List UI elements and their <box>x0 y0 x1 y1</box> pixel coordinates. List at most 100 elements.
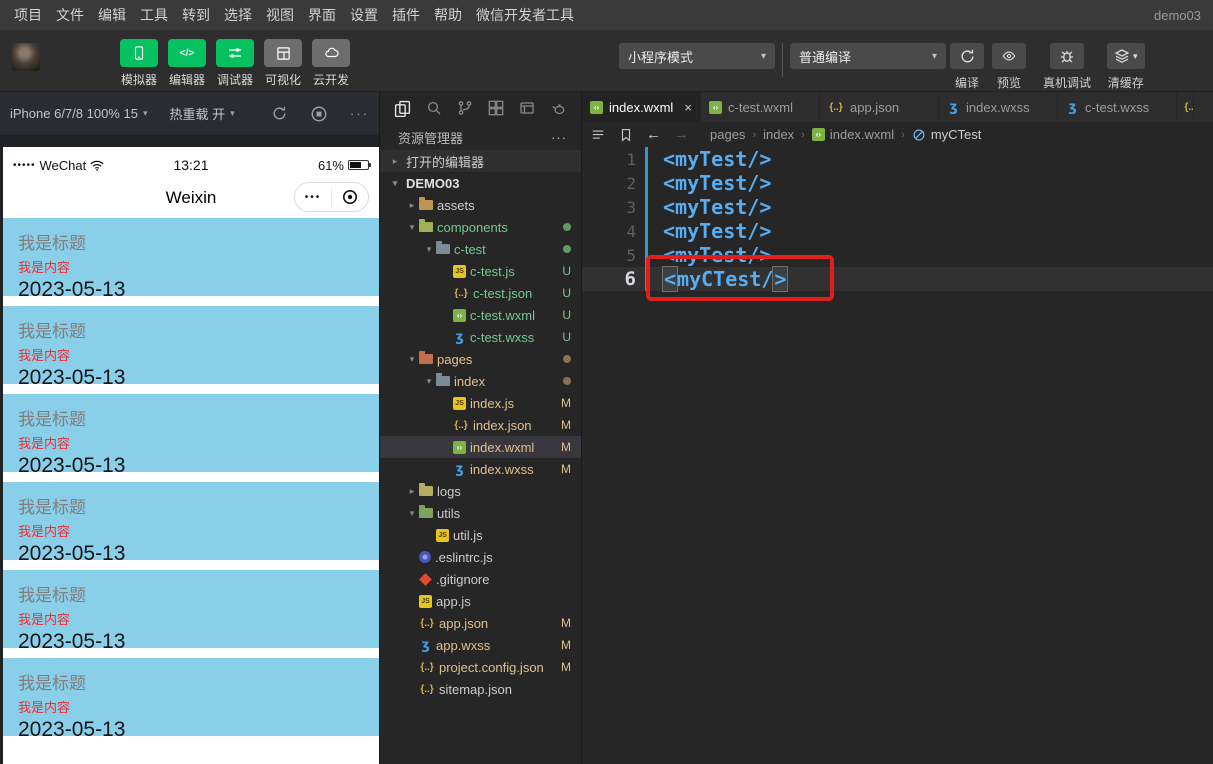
menu-item[interactable]: 插件 <box>392 5 420 25</box>
branch-icon[interactable] <box>457 100 473 116</box>
tree-item-util.js[interactable]: JS util.js <box>380 524 581 546</box>
menu-item[interactable]: 帮助 <box>434 5 462 25</box>
list-card[interactable]: 我是标题 我是内容 2023-05-13 <box>3 570 379 653</box>
avatar[interactable] <box>12 43 40 71</box>
back-arrow-icon[interactable]: ← <box>646 126 661 143</box>
menu-item[interactable]: 界面 <box>308 5 336 25</box>
tree-item-project.config.json[interactable]: {..} project.config.json M <box>380 656 581 678</box>
forward-arrow-icon[interactable]: → <box>674 126 689 143</box>
tab-app.json[interactable]: {..} app.json <box>820 92 939 122</box>
tree-item-index.wxss[interactable]: ʒ index.wxss M <box>380 458 581 480</box>
tree-item-index.wxml[interactable]: ‹› index.wxml M <box>380 436 581 458</box>
files-icon[interactable] <box>394 100 411 117</box>
list-card[interactable]: 我是标题 我是内容 2023-05-13 <box>3 306 379 389</box>
more-icon[interactable]: ··· <box>350 106 369 121</box>
record-icon[interactable] <box>310 105 328 123</box>
tree-item-label: index.js <box>470 395 515 411</box>
list-card[interactable]: 我是标题 我是内容 2023-05-13 <box>3 482 379 565</box>
bookmark-icon[interactable] <box>619 127 633 143</box>
mode-button-code: </> 编辑器 <box>163 39 211 88</box>
tree-item-app.js[interactable]: JS app.js <box>380 590 581 612</box>
真机调试-button[interactable] <box>1050 43 1084 69</box>
tree-item-logs[interactable]: ▸ logs <box>380 480 581 502</box>
outline-icon[interactable] <box>590 128 606 142</box>
tab-partial[interactable]: {..} <box>1177 92 1194 122</box>
folder-icon <box>419 197 433 210</box>
tab-index.wxml[interactable]: ‹› index.wxml × <box>582 92 701 122</box>
tree-item-label: components <box>437 219 508 235</box>
tab-index.wxss[interactable]: ʒ index.wxss <box>939 92 1058 122</box>
menu-item[interactable]: 编辑 <box>98 5 126 25</box>
code-line-4[interactable]: 4 <myTest/> <box>582 219 1213 243</box>
tree-item-app.json[interactable]: {..} app.json M <box>380 612 581 634</box>
tree-item-index[interactable]: ▾ index <box>380 370 581 392</box>
code-line-5[interactable]: 5 <myTest/> <box>582 243 1213 267</box>
code-line-3[interactable]: 3 <myTest/> <box>582 195 1213 219</box>
tree-item-c-test.wxss[interactable]: ʒ c-test.wxss U <box>380 326 581 348</box>
code-text: <myCTest/> <box>662 266 789 292</box>
tree-item-assets[interactable]: ▸ assets <box>380 194 581 216</box>
tree-item-pages[interactable]: ▾ pages <box>380 348 581 370</box>
menu-item[interactable]: 微信开发者工具 <box>476 5 574 25</box>
close-target-icon[interactable] <box>332 188 368 206</box>
menu-item[interactable]: 视图 <box>266 5 294 25</box>
mode-select-dropdown[interactable]: 小程序模式 ▾ <box>619 43 775 69</box>
more-icon[interactable]: ••• <box>295 192 331 203</box>
breadcrumb-item-index.wxml[interactable]: ‹› index.wxml <box>811 127 894 142</box>
menu-item[interactable]: 文件 <box>56 5 84 25</box>
code-line-1[interactable]: 1 <myTest/> <box>582 147 1213 171</box>
调试器-button[interactable] <box>216 39 254 67</box>
tree-item-components[interactable]: ▾ components <box>380 216 581 238</box>
tab-c-test.wxss[interactable]: ʒ c-test.wxss <box>1058 92 1177 122</box>
云开发-button[interactable] <box>312 39 350 67</box>
breadcrumb-item-myCTest[interactable]: myCTest <box>912 127 981 142</box>
list-card[interactable]: 我是标题 我是内容 2023-05-13 <box>3 658 379 741</box>
menu-item[interactable]: 工具 <box>140 5 168 25</box>
tree-item-DEMO03[interactable]: ▾ DEMO03 <box>380 172 581 194</box>
compile-select-dropdown[interactable]: 普通编译 ▾ <box>790 43 946 69</box>
code-line-6[interactable]: 6 <myCTest/> <box>582 266 1213 292</box>
tree-item-c-test.json[interactable]: {..} c-test.json U <box>380 282 581 304</box>
list-card[interactable]: 我是标题 我是内容 2023-05-13 <box>3 218 379 301</box>
tree-item-c-test.wxml[interactable]: ‹› c-test.wxml U <box>380 304 581 326</box>
more-icon[interactable]: ··· <box>551 130 577 145</box>
模拟器-button[interactable] <box>120 39 158 67</box>
tree-item-label: index.json <box>473 417 532 433</box>
tree-item-c-test.js[interactable]: JS c-test.js U <box>380 260 581 282</box>
tree-item-utils[interactable]: ▾ utils <box>380 502 581 524</box>
预览-button[interactable] <box>992 43 1026 69</box>
tree-item-index.json[interactable]: {..} index.json M <box>380 414 581 436</box>
teapot-icon[interactable] <box>550 101 567 116</box>
tree-item-app.wxss[interactable]: ʒ app.wxss M <box>380 634 581 656</box>
code-editor[interactable]: 1 <myTest/> 2 <myTest/> 3 <myTest/> 4 <myTest/>… <box>582 147 1213 764</box>
tree-item-[interactable]: ▸ 打开的编辑器 <box>380 150 581 172</box>
breadcrumb-item-index[interactable]: index <box>763 127 794 142</box>
tree-item-index.js[interactable]: JS index.js M <box>380 392 581 414</box>
menu-item[interactable]: 选择 <box>224 5 252 25</box>
tab-c-test.wxml[interactable]: ‹› c-test.wxml <box>701 92 820 122</box>
编译-button[interactable] <box>950 43 984 69</box>
编辑器-button[interactable]: </> <box>168 39 206 67</box>
extensions-icon[interactable] <box>488 100 504 116</box>
code-line-2[interactable]: 2 <myTest/> <box>582 171 1213 195</box>
capsule-button[interactable]: ••• <box>294 182 369 212</box>
tree-item-sitemap.json[interactable]: {..} sitemap.json <box>380 678 581 700</box>
list-card[interactable]: 我是标题 我是内容 2023-05-13 <box>3 394 379 477</box>
可视化-button[interactable] <box>264 39 302 67</box>
menu-item[interactable]: 项目 <box>14 5 42 25</box>
wxml-file-icon: ‹› <box>590 100 603 114</box>
清缓存-button[interactable]: ▾ <box>1107 43 1145 69</box>
close-icon[interactable]: × <box>684 100 692 115</box>
breadcrumb-item-pages[interactable]: pages <box>710 127 745 142</box>
device-selector[interactable]: iPhone 6/7/8 100% 15 ▾ <box>10 106 147 121</box>
search-icon[interactable] <box>426 100 442 116</box>
menu-item[interactable]: 设置 <box>350 5 378 25</box>
tree-item-.eslintrc.js[interactable]: .eslintrc.js <box>380 546 581 568</box>
menu-item[interactable]: 转到 <box>182 5 210 25</box>
device-label: iPhone 6/7/8 100% 15 <box>10 106 138 121</box>
refresh-icon[interactable] <box>271 105 288 122</box>
hot-reload-toggle[interactable]: 热重载 开 ▾ <box>169 104 234 123</box>
tree-item-c-test[interactable]: ▾ c-test <box>380 238 581 260</box>
tree-item-.gitignore[interactable]: .gitignore <box>380 568 581 590</box>
package-icon[interactable] <box>519 100 535 116</box>
